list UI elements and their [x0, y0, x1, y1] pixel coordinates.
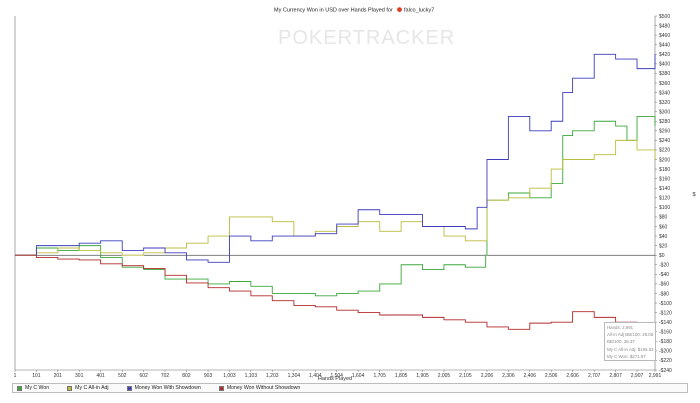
player-name: falco_lucky7: [404, 8, 434, 14]
chart: POKERTRACKER My Currency Won in USD over…: [0, 0, 700, 403]
y-tick-label: -$180: [659, 339, 672, 345]
legend-item-my-c-all-in-adj[interactable]: My C All-in Adj: [67, 385, 109, 391]
tooltip-bb100: BB/100: 36.37: [607, 339, 635, 345]
legend-swatch: [218, 385, 224, 391]
x-tick-label: 1,705: [373, 373, 386, 379]
y-tick-label: $260: [659, 129, 670, 135]
x-tick-label: 1,203: [266, 373, 279, 379]
y-tick-label: $400: [659, 62, 670, 68]
chart-title: My Currency Won in USD over Hands Played…: [274, 8, 393, 14]
y-tick-label: -$100: [659, 301, 672, 307]
x-tick-label: 1,003: [223, 373, 236, 379]
tooltip-allin-adj: My C All-in Adj: $195.02: [607, 346, 654, 352]
x-tick-label: 1: [14, 373, 17, 379]
tooltip-won: My C Won: $271.97: [607, 353, 646, 359]
x-tick-label: 2,606: [566, 373, 579, 379]
y-tick-label: $140: [659, 186, 670, 192]
y-tick-label: -$140: [659, 320, 672, 326]
x-tick-label: 301: [75, 373, 84, 379]
x-tick-label: 1,905: [416, 373, 429, 379]
y-tick-label: $340: [659, 90, 670, 96]
y-axis-label: $: [692, 192, 695, 198]
y-tick-label: -$80: [659, 291, 669, 297]
x-tick-label: 2,907: [631, 373, 644, 379]
y-tick-label: $220: [659, 148, 670, 154]
y-tick-label: -$220: [659, 358, 672, 364]
y-tick-label: $0: [659, 253, 665, 259]
y-tick-label: $500: [659, 14, 670, 20]
x-tick-label: 2,707: [588, 373, 601, 379]
y-tick-label: $240: [659, 138, 670, 144]
y-tick-label: $420: [659, 52, 670, 58]
y-tick-label: -$40: [659, 272, 669, 278]
legend: My C Won My C All-in Adj Money Won With …: [12, 383, 688, 393]
legend-label: Money Won Without Showdown: [226, 385, 301, 391]
x-tick-label: 2,807: [609, 373, 622, 379]
legend-swatch: [67, 385, 73, 391]
x-tick-label: 2,206: [481, 373, 494, 379]
legend-swatch: [126, 385, 132, 391]
x-tick-label: 702: [161, 373, 170, 379]
chart-background: [0, 0, 700, 403]
y-tick-label: $380: [659, 71, 670, 77]
legend-item-money-won-with-showdown[interactable]: Money Won With Showdown: [126, 385, 201, 391]
x-tick-label: 1,604: [352, 373, 365, 379]
legend-label: My C All-in Adj: [75, 385, 109, 391]
y-tick-label: -$120: [659, 310, 672, 316]
legend-swatch: [17, 385, 22, 391]
tooltip-allin-adj-bb100: All-in Adj BB/100: 28.08: [607, 332, 654, 338]
y-tick-label: $440: [659, 43, 670, 49]
y-tick-label: $20: [659, 243, 668, 249]
y-tick-label: -$200: [659, 349, 672, 355]
x-tick-label: 401: [96, 373, 105, 379]
legend-item-money-won-without-showdown[interactable]: Money Won Without Showdown: [218, 385, 301, 391]
y-tick-label: $80: [659, 215, 668, 221]
y-tick-label: $120: [659, 196, 670, 202]
hover-tooltip: Hands: 2,991 All-in Adj BB/100: 28.08 BB…: [604, 322, 656, 361]
y-tick-label: $100: [659, 205, 670, 211]
x-tick-label: 903: [204, 373, 213, 379]
y-tick-label: -$240: [659, 368, 672, 374]
y-tick-label: $40: [659, 234, 668, 240]
x-tick-label: 1,805: [395, 373, 408, 379]
y-tick-label: $180: [659, 167, 670, 173]
y-tick-label: -$60: [659, 282, 669, 288]
y-tick-label: $60: [659, 224, 668, 230]
legend-item-my-c-won[interactable]: My C Won: [17, 385, 49, 391]
x-tick-label: 1,304: [288, 373, 301, 379]
y-tick-label: $460: [659, 33, 670, 39]
x-tick-label: 602: [139, 373, 148, 379]
x-tick-label: 2,506: [545, 373, 558, 379]
x-tick-label: 2,991: [649, 373, 662, 379]
tooltip-hands: Hands: 2,991: [607, 325, 634, 330]
x-tick-label: 101: [32, 373, 41, 379]
x-tick-label: 802: [182, 373, 191, 379]
y-tick-label: $320: [659, 100, 670, 106]
y-tick-label: $480: [659, 23, 670, 29]
y-tick-label: $360: [659, 81, 670, 87]
legend-label: Money Won With Showdown: [134, 385, 201, 391]
watermark: POKERTRACKER: [278, 27, 455, 49]
x-tick-label: 1,103: [245, 373, 258, 379]
x-tick-label: 2,105: [459, 373, 472, 379]
x-tick-label: 502: [118, 373, 127, 379]
y-tick-label: $300: [659, 109, 670, 115]
x-axis-label: Hands Played: [318, 376, 352, 382]
y-tick-label: $160: [659, 176, 670, 182]
x-tick-label: 2,005: [438, 373, 451, 379]
x-tick-label: 2,306: [502, 373, 515, 379]
player-icon: [397, 7, 402, 12]
y-tick-label: -$20: [659, 263, 669, 269]
y-tick-label: -$160: [659, 330, 672, 336]
y-tick-label: $280: [659, 119, 670, 125]
legend-label: My C Won: [25, 385, 50, 391]
y-tick-label: $200: [659, 157, 670, 163]
x-tick-label: 201: [54, 373, 63, 379]
x-tick-label: 2,406: [524, 373, 537, 379]
